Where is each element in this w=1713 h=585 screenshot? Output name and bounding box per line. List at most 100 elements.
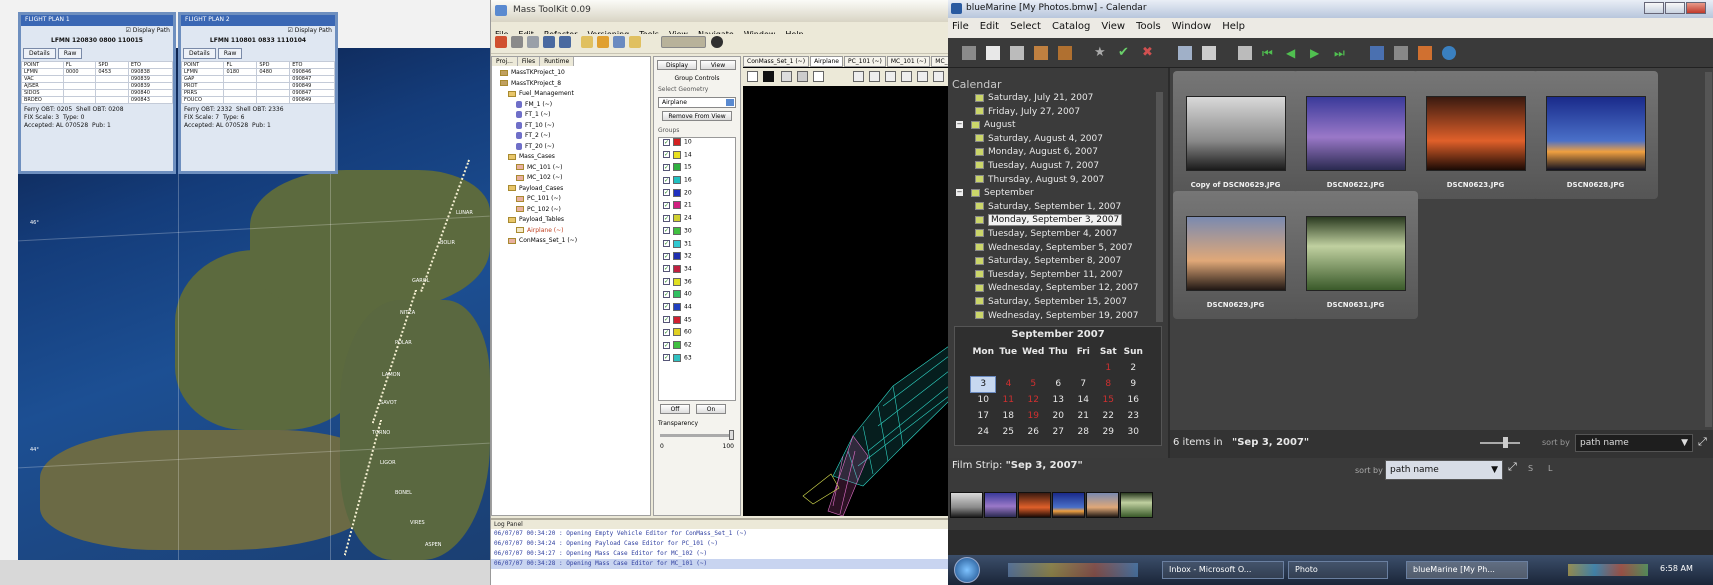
tab-files[interactable]: Files xyxy=(517,57,541,66)
group-color-swatch[interactable] xyxy=(673,277,681,286)
tree-node[interactable]: MC_102 (~) xyxy=(492,174,650,185)
tree-day-node[interactable]: Monday, August 6, 2007 xyxy=(956,146,1156,160)
table-row[interactable]: BRDEO 090843 xyxy=(21,96,174,104)
on-button[interactable]: On xyxy=(696,404,726,414)
photo-thumbnail[interactable]: DSCN0628.JPG xyxy=(1533,71,1658,199)
group-item[interactable]: ✓ 40 xyxy=(659,290,735,303)
tab-conmass[interactable]: ConMass_Set_1 (~) xyxy=(743,56,810,67)
calendar-day[interactable]: 26 xyxy=(1021,424,1046,440)
group-color-swatch[interactable] xyxy=(673,315,681,324)
calendar-day[interactable]: 24 xyxy=(971,424,996,440)
tree-day-node[interactable]: Tuesday, September 11, 2007 xyxy=(956,269,1156,283)
photo-image[interactable] xyxy=(1186,216,1286,291)
group-color-swatch[interactable] xyxy=(673,302,681,311)
film-strip-frame[interactable] xyxy=(1120,492,1153,518)
tree-day-node[interactable]: Thursday, August 9, 2007 xyxy=(956,174,1156,188)
flight-plan-window-1[interactable]: FLIGHT PLAN 1 ☑ Display Path LFMN 120830… xyxy=(18,12,176,174)
taskbar-outlook[interactable]: Inbox - Microsoft O... xyxy=(1162,561,1284,579)
tree-node[interactable]: Fuel_Management xyxy=(492,90,650,101)
film-strip-frame[interactable] xyxy=(984,492,1017,518)
group-color-swatch[interactable] xyxy=(673,138,681,146)
photo-thumbnail[interactable]: DSCN0622.JPG xyxy=(1293,71,1418,199)
group-checkbox[interactable]: ✓ xyxy=(663,151,670,159)
tree-node[interactable]: FM_1 (~) xyxy=(492,100,650,112)
group-checkbox[interactable]: ✓ xyxy=(663,265,670,273)
tree-node[interactable]: FT_2 (~) xyxy=(492,132,650,143)
tree-month-node[interactable]: − August xyxy=(956,119,1156,133)
next-icon[interactable]: ▶ xyxy=(1310,46,1324,60)
copy-icon[interactable] xyxy=(511,36,523,48)
calendar-day[interactable]: 27 xyxy=(1046,424,1071,440)
tree-node[interactable]: FT_1 (~) xyxy=(492,111,650,122)
table-row[interactable]: GAP 090847 xyxy=(180,75,335,83)
color-tool-icon[interactable] xyxy=(763,71,774,82)
group-item[interactable]: ✓ 44 xyxy=(659,302,735,316)
calendar-day[interactable]: 6 xyxy=(1046,376,1071,392)
tree-day-node[interactable]: Wednesday, September 19, 2007 xyxy=(956,310,1156,324)
group-checkbox[interactable]: ✓ xyxy=(663,328,670,336)
group-checkbox[interactable]: ✓ xyxy=(663,316,670,324)
group-item[interactable]: ✓ 16 xyxy=(659,176,735,189)
table-row[interactable]: AJSER 090839 xyxy=(21,82,174,90)
slider-thumb[interactable] xyxy=(1503,437,1508,448)
window-title[interactable]: FLIGHT PLAN 2 xyxy=(181,15,335,26)
display-path-checkbox[interactable]: ☑ Display Path xyxy=(21,26,173,35)
tree-month-node[interactable]: − September xyxy=(956,187,1156,201)
group-item[interactable]: ✓ 62 xyxy=(659,341,735,354)
calendar-day[interactable]: 9 xyxy=(1121,376,1146,392)
tree-day-node[interactable]: Tuesday, August 7, 2007 xyxy=(956,160,1156,174)
group-color-swatch[interactable] xyxy=(673,328,681,337)
film-strip-frame[interactable] xyxy=(950,492,983,518)
group-color-swatch[interactable] xyxy=(673,201,681,210)
rotate-icon[interactable] xyxy=(1238,46,1252,60)
tree-node[interactable]: Mass_Cases xyxy=(492,153,650,164)
calendar-day[interactable]: 12 xyxy=(1021,392,1046,408)
calendar-day[interactable]: 17 xyxy=(971,408,996,424)
photo-image[interactable] xyxy=(1546,96,1646,171)
group-color-swatch[interactable] xyxy=(673,290,681,299)
photo-thumbnail[interactable]: Copy of DSCN0629.JPG xyxy=(1173,71,1298,199)
grid-scrollbar[interactable] xyxy=(1705,72,1712,427)
explorer-icon[interactable] xyxy=(962,46,976,60)
maximize-button[interactable] xyxy=(1665,2,1685,14)
group-color-swatch[interactable] xyxy=(673,214,681,223)
system-tray-icons[interactable] xyxy=(1568,564,1648,576)
film-strip-frame[interactable] xyxy=(1052,492,1085,518)
photo-image[interactable] xyxy=(1306,216,1406,291)
collapse-icon[interactable]: − xyxy=(956,189,963,197)
display-button[interactable]: Display xyxy=(657,60,697,70)
group-checkbox[interactable]: ✓ xyxy=(663,163,670,171)
group-item[interactable]: ✓ 14 xyxy=(659,150,735,164)
slider-thumb[interactable] xyxy=(729,430,734,440)
tab-mc102[interactable]: MC_102 xyxy=(931,56,948,67)
tree-day-node[interactable]: Monday, September 3, 2007 xyxy=(956,214,1156,228)
group-checkbox[interactable]: ✓ xyxy=(663,189,670,197)
group-checkbox[interactable]: ✓ xyxy=(663,201,670,209)
display-path-checkbox[interactable]: ☑ Display Path xyxy=(181,26,335,35)
tab-pc101[interactable]: PC_101 (~) xyxy=(843,56,886,67)
new-project-icon[interactable] xyxy=(581,36,593,48)
tree-node[interactable]: MassTKProject_8 xyxy=(492,80,650,91)
last-icon[interactable]: ⏭ xyxy=(1334,46,1348,60)
tree-day-node[interactable]: Saturday, September 1, 2007 xyxy=(956,201,1156,215)
sort-dropdown[interactable]: path name ▼ xyxy=(1575,434,1693,452)
calendar-day[interactable]: 13 xyxy=(1046,392,1071,408)
gallery-icon[interactable] xyxy=(1034,46,1048,60)
group-checkbox[interactable]: ✓ xyxy=(663,176,670,184)
film-strip-frame[interactable] xyxy=(1086,492,1119,518)
menu-catalog[interactable]: Catalog xyxy=(1052,21,1090,32)
group-color-swatch[interactable] xyxy=(673,252,681,261)
accept-icon[interactable]: ✔ xyxy=(1118,46,1132,60)
tree-day-node[interactable]: Saturday, July 21, 2007 xyxy=(956,92,1156,106)
group-color-swatch[interactable] xyxy=(673,341,681,349)
group-item[interactable]: ✓ 63 xyxy=(659,353,735,367)
film-strip-frame[interactable] xyxy=(1018,492,1051,518)
select-tool-icon[interactable] xyxy=(747,71,758,82)
tree-day-node[interactable]: Tuesday, September 4, 2007 xyxy=(956,228,1156,242)
tab-raw[interactable]: Raw xyxy=(217,48,243,59)
open-project-icon[interactable] xyxy=(597,36,609,48)
tab-details[interactable]: Details xyxy=(183,48,216,59)
group-checkbox[interactable]: ✓ xyxy=(663,278,670,286)
group-checkbox[interactable]: ✓ xyxy=(663,240,670,247)
first-icon[interactable]: ⏮ xyxy=(1262,46,1276,60)
